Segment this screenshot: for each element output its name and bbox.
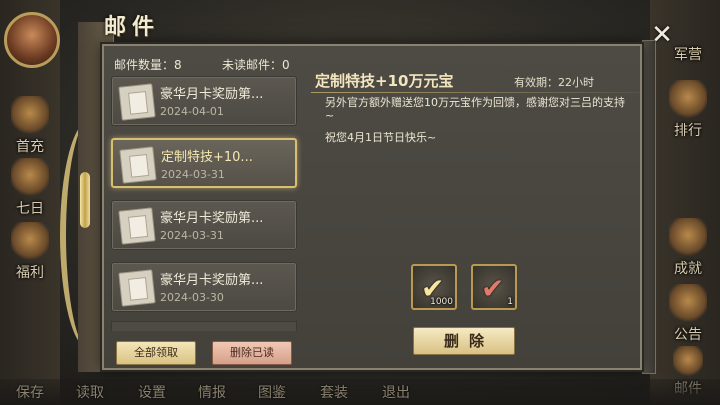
mail-icon bbox=[673, 346, 703, 376]
seven-days-icon bbox=[11, 158, 49, 196]
mail-list-item-partial[interactable] bbox=[111, 321, 297, 331]
bottom-intel[interactable]: 情报 bbox=[198, 382, 226, 402]
welfare-icon bbox=[11, 222, 49, 260]
bottom-codex[interactable]: 图鉴 bbox=[258, 382, 286, 402]
letter-icon bbox=[118, 269, 156, 307]
mail-subject: 豪华月卡奖励第... bbox=[160, 87, 264, 102]
bottom-sets[interactable]: 套装 bbox=[320, 382, 348, 402]
mail-subject: 豪华月卡奖励第... bbox=[160, 273, 264, 288]
bottom-settings[interactable]: 设置 bbox=[138, 382, 166, 402]
side-button-ranking[interactable]: 排行 bbox=[662, 80, 714, 140]
mail-expiry: 有效期：22小时 bbox=[514, 76, 594, 89]
reward-quantity: 1 bbox=[507, 297, 513, 307]
letter-icon bbox=[118, 83, 156, 121]
dialog-title: 邮件 bbox=[104, 14, 161, 40]
mail-subject: 豪华月卡奖励第... bbox=[160, 211, 264, 226]
mail-list-item[interactable]: 豪华月卡奖励第... 2024-04-01 bbox=[111, 76, 297, 126]
mail-list-item[interactable]: 豪华月卡奖励第... 2024-03-31 bbox=[111, 200, 297, 250]
mail-detail-title: 定制特技+10万元宝 bbox=[315, 72, 454, 90]
ranking-icon bbox=[669, 80, 707, 118]
mail-date: 2024-04-01 bbox=[160, 105, 224, 118]
delete-button[interactable]: 删除 bbox=[413, 327, 515, 355]
announcement-icon bbox=[669, 284, 707, 322]
claim-all-button[interactable]: 全部领取 bbox=[116, 341, 196, 365]
mail-body-paragraph: 祝您4月1日节日快乐~ bbox=[325, 131, 437, 144]
mail-count: 邮件数量：8 bbox=[114, 58, 182, 72]
reward-quantity: 1000 bbox=[430, 297, 453, 307]
divider bbox=[311, 92, 641, 93]
mail-list-item[interactable]: 豪华月卡奖励第... 2024-03-30 bbox=[111, 262, 297, 312]
mail-body: 另外官方额外赠送您10万元宝作为回馈，感谢您对三吕的支持~ 祝您4月1日节日快乐… bbox=[325, 96, 625, 153]
reward-item[interactable]: ✔ 1 bbox=[471, 264, 517, 310]
scroll-rod bbox=[80, 172, 90, 228]
bottom-bar bbox=[0, 379, 720, 405]
reward-item[interactable]: ✔ 1000 bbox=[411, 264, 457, 310]
check-reward-icon: ✔ bbox=[481, 272, 505, 305]
mail-list-item-selected[interactable]: 定制特技+10... 2024-03-31 bbox=[111, 138, 297, 188]
bottom-load[interactable]: 读取 bbox=[76, 382, 104, 402]
side-button-welfare[interactable]: 福利 bbox=[4, 222, 56, 282]
side-button-announcement[interactable]: 公告 bbox=[662, 284, 714, 344]
side-button-seven-days[interactable]: 七日 bbox=[4, 158, 56, 218]
first-charge-icon bbox=[11, 96, 49, 134]
mail-date: 2024-03-31 bbox=[161, 168, 225, 181]
achievements-icon bbox=[669, 218, 707, 256]
mail-subject: 定制特技+10... bbox=[161, 150, 253, 165]
mail-date: 2024-03-30 bbox=[160, 291, 224, 304]
side-button-achievements[interactable]: 成就 bbox=[662, 218, 714, 278]
dialog-edge bbox=[642, 40, 656, 374]
delete-read-button[interactable]: 删除已读 bbox=[212, 341, 292, 365]
mail-body-paragraph: 另外官方额外赠送您10万元宝作为回馈，感谢您对三吕的支持~ bbox=[325, 96, 625, 122]
unread-count: 未读邮件：0 bbox=[222, 58, 290, 72]
side-button-first-charge[interactable]: 首充 bbox=[4, 96, 56, 156]
bottom-save[interactable]: 保存 bbox=[16, 382, 44, 402]
bottom-exit[interactable]: 退出 bbox=[382, 382, 410, 402]
player-avatar[interactable] bbox=[4, 12, 60, 68]
letter-icon bbox=[118, 207, 156, 245]
close-icon[interactable]: ✕ bbox=[649, 22, 675, 48]
letter-icon bbox=[119, 146, 157, 184]
mail-date: 2024-03-31 bbox=[160, 229, 224, 242]
